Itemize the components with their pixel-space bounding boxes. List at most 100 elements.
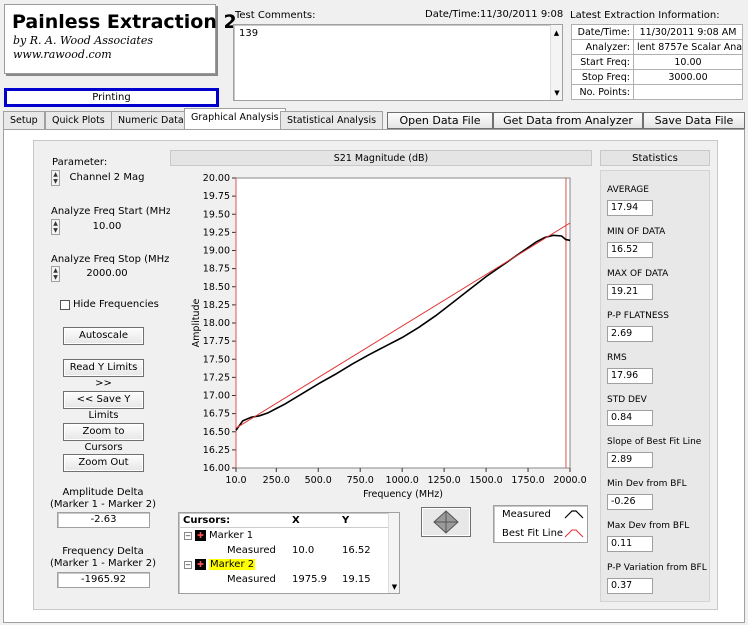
- marker2-label[interactable]: Marker 2: [209, 559, 256, 570]
- tree-collapse-icon[interactable]: −: [184, 532, 192, 540]
- latest-value: 3000.00: [633, 69, 743, 85]
- y-axis-label: Amplitude: [191, 299, 202, 348]
- comments-textarea[interactable]: 139 ▲ ▼: [233, 24, 563, 101]
- y-tick-label: 18.25: [203, 300, 230, 311]
- stat-average-label: AVERAGE: [607, 185, 649, 195]
- scroll-down-icon[interactable]: ▼: [551, 89, 563, 97]
- y-tick-label: 19.25: [203, 227, 230, 238]
- datetime-value: 11/30/2011 9:08: [480, 9, 564, 20]
- zoom-to-cursors-button[interactable]: Zoom to Cursors: [63, 423, 144, 453]
- y-tick-label: 16.75: [203, 409, 230, 420]
- stat-pp-flatness-value: 2.69: [607, 326, 653, 342]
- parameter-label: Parameter:: [52, 157, 108, 168]
- latest-value: 10.00: [633, 54, 743, 70]
- open-data-file-button[interactable]: Open Data File: [387, 112, 493, 129]
- latest-value: lent 8757e Scalar Analyz: [633, 39, 743, 55]
- y-tick-label: 17.50: [203, 354, 230, 365]
- scroll-up-icon[interactable]: ▲: [551, 29, 562, 37]
- datetime-label: Date/Time:: [425, 9, 481, 20]
- tab-statistical-analysis[interactable]: Statistical Analysis: [280, 111, 384, 129]
- chart-legend: Measured Best Fit Line: [493, 505, 588, 543]
- read-y-limits-button[interactable]: Read Y Limits >>: [63, 359, 144, 389]
- chart-title: S21 Magnitude (dB): [170, 150, 592, 166]
- stop-freq-input[interactable]: 2000.00: [62, 268, 152, 279]
- parameter-value[interactable]: Channel 2 Mag: [62, 172, 152, 183]
- y-tick-label: 17.25: [203, 372, 230, 383]
- latest-label: Date/Time:: [571, 24, 634, 40]
- zoom-out-button[interactable]: Zoom Out: [63, 454, 144, 472]
- app-url: www.rawood.com: [13, 48, 112, 61]
- stat-std-dev-label: STD DEV: [607, 395, 647, 405]
- tree-collapse-icon[interactable]: −: [184, 561, 192, 569]
- plot-area: [235, 177, 571, 469]
- chart[interactable]: 16.00 16.25 16.50 16.75 17.00 17.25 17.50 17.75…: [170, 166, 592, 506]
- y-tick-label: 17.00: [203, 391, 230, 402]
- latest-table: Date/Time: 11/30/2011 9:08 AM Analyzer: le…: [571, 24, 743, 100]
- y-tick-label: 16.00: [203, 463, 230, 474]
- save-data-file-button[interactable]: Save Data File: [643, 112, 745, 129]
- x-tick-label: 2000.0: [553, 475, 586, 486]
- y-tick-label: 16.25: [203, 445, 230, 456]
- autoscale-button[interactable]: Autoscale: [63, 327, 144, 345]
- stat-max-dev-label: Max Dev from BFL: [607, 521, 690, 531]
- stop-freq-label: Analyze Freq Stop (MHz): [51, 254, 174, 265]
- comments-scrollbar[interactable]: ▲ ▼: [550, 25, 562, 100]
- scroll-down-icon[interactable]: ▼: [389, 583, 400, 591]
- x-tick-label: 1500.0: [469, 475, 502, 486]
- latest-label: No. Points:: [571, 84, 634, 100]
- x-tick-label: 1250.0: [427, 475, 460, 486]
- x-tick-label: 1000.0: [386, 475, 419, 486]
- stop-freq-spinner[interactable]: ▲ ▼: [51, 266, 60, 282]
- marker2-x: 1975.9: [292, 574, 327, 585]
- tab-graphical-analysis[interactable]: Graphical Analysis: [184, 108, 286, 130]
- y-tick-label: 18.50: [203, 282, 230, 293]
- start-freq-spinner[interactable]: ▲ ▼: [51, 219, 60, 235]
- start-freq-label: Analyze Freq Start (MHz): [51, 206, 175, 217]
- cursors-header: Cursors:: [183, 515, 231, 526]
- stat-rms-label: RMS: [607, 353, 627, 363]
- stat-slope-value: 2.89: [607, 452, 653, 468]
- marker1-icon: ✚: [195, 530, 206, 541]
- app-byline: by R. A. Wood Associates: [13, 34, 153, 47]
- parameter-spinner[interactable]: ▲ ▼: [51, 170, 60, 186]
- get-data-from-analyzer-button[interactable]: Get Data from Analyzer: [493, 112, 643, 129]
- latest-label: Stop Freq:: [571, 69, 634, 85]
- y-tick-label: 16.50: [203, 427, 230, 438]
- statistics-title: Statistics: [600, 150, 710, 166]
- tab-setup[interactable]: Setup: [3, 111, 45, 129]
- x-tick-label: 750.0: [347, 475, 374, 486]
- save-y-limits-button[interactable]: << Save Y Limits: [63, 391, 144, 421]
- y-tick-label: 19.50: [203, 209, 230, 220]
- cursors-header-line: [179, 527, 389, 528]
- hide-frequencies-label: Hide Frequencies: [73, 299, 159, 310]
- title-box: Painless Extraction 2 by R. A. Wood Asso…: [4, 4, 237, 74]
- marker1-label[interactable]: Marker 1: [209, 530, 253, 541]
- cursors-table[interactable]: Cursors: X Y − ✚ Marker 1 Measured 10.0 …: [178, 512, 400, 594]
- y-tick-label: 19.75: [203, 191, 230, 202]
- amplitude-delta-value: -2.63: [57, 512, 150, 528]
- marker1-y: 16.52: [342, 545, 371, 556]
- stat-min-value: 16.52: [607, 242, 653, 258]
- cursors-scrollbar[interactable]: ▼: [388, 513, 399, 593]
- marker2-y: 19.15: [342, 574, 371, 585]
- amplitude-delta-sublabel: (Marker 1 - Marker 2): [50, 499, 156, 510]
- marker2-measured: Measured: [227, 574, 276, 585]
- cursor-move-control[interactable]: [421, 507, 471, 537]
- hide-frequencies-checkbox[interactable]: [60, 300, 70, 310]
- y-tick-label: 18.75: [203, 264, 230, 275]
- stat-min-dev-label: Min Dev from BFL: [607, 479, 687, 489]
- legend-bestfit-label: Best Fit Line: [502, 528, 564, 539]
- legend-bestfit-swatch: [564, 529, 584, 538]
- tab-numeric-data[interactable]: Numeric Data: [111, 111, 191, 129]
- stat-average-value: 17.94: [607, 200, 653, 216]
- stat-min-dev-value: -0.26: [607, 494, 653, 510]
- stat-pp-variation-label: P-P Variation from BFL: [607, 563, 707, 573]
- stat-min-label: MIN OF DATA: [607, 227, 666, 237]
- stat-max-dev-value: 0.11: [607, 536, 653, 552]
- y-tick-label: 20.00: [203, 173, 230, 184]
- y-tick-label: 17.75: [203, 336, 230, 347]
- tab-quick-plots[interactable]: Quick Plots: [45, 111, 112, 129]
- app-title: Painless Extraction 2: [12, 11, 237, 33]
- x-axis-label: Frequency (MHz): [363, 489, 443, 500]
- start-freq-input[interactable]: 10.00: [62, 221, 152, 232]
